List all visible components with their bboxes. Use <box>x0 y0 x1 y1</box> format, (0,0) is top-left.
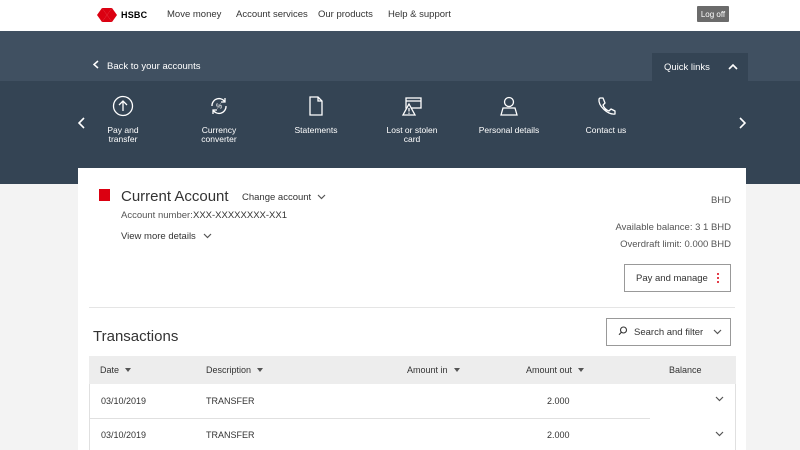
quick-link-personal-details[interactable]: Personal details <box>464 95 554 135</box>
nav-move-money[interactable]: Move money <box>167 9 221 20</box>
search-and-filter-label: Search and filter <box>634 326 704 338</box>
row-amount-out: 2.000 <box>547 396 570 406</box>
nav-our-products[interactable]: Our products <box>318 9 373 20</box>
account-type-icon <box>99 189 110 201</box>
quick-link-label: Personal details <box>478 125 540 135</box>
sort-caret-icon <box>257 368 264 372</box>
chevron-down-icon <box>317 192 326 203</box>
sort-caret-icon <box>578 368 585 372</box>
account-currency: BHD <box>710 195 731 206</box>
hsbc-logo[interactable]: HSBC <box>97 8 147 22</box>
currency-exchange-icon: % <box>211 98 227 114</box>
overdraft-limit: Overdraft limit: 0.000 BHD <box>620 239 731 250</box>
chevron-left-icon <box>92 60 99 72</box>
quick-link-currency-converter[interactable]: % Currency converter <box>174 95 264 144</box>
view-more-details-label: View more details <box>121 231 196 242</box>
table-row[interactable] <box>89 384 736 418</box>
arrow-up-circle-icon <box>112 95 134 117</box>
expand-row-chevron-icon[interactable] <box>715 394 724 404</box>
search-icon <box>618 325 628 339</box>
sort-by-amount-in-header[interactable]: Amount in <box>407 365 460 375</box>
quick-link-statements[interactable]: Statements <box>271 95 361 135</box>
phone-icon <box>598 97 616 115</box>
chevron-up-icon <box>728 62 738 73</box>
svg-text:%: % <box>216 104 222 111</box>
sort-caret-icon <box>125 368 132 372</box>
quick-link-label: card <box>403 134 421 144</box>
quick-link-pay-transfer[interactable]: Pay and transfer <box>78 95 168 144</box>
document-icon <box>309 96 323 116</box>
sort-by-amount-out-header[interactable]: Amount out <box>526 365 585 375</box>
nav-account-services[interactable]: Account services <box>236 9 308 20</box>
quick-links-label: Quick links <box>664 61 710 73</box>
header-description-label: Description <box>206 365 252 375</box>
top-nav: HSBC Move money Account services Our pro… <box>0 0 800 31</box>
quick-link-label: transfer <box>108 134 138 144</box>
search-and-filter-button[interactable]: Search and filter <box>606 318 731 346</box>
person-icon <box>500 96 518 116</box>
row-description: TRANSFER <box>206 396 255 406</box>
quick-link-label: Contact us <box>585 125 627 135</box>
account-title: Current Account <box>121 188 229 205</box>
view-more-details-toggle[interactable]: View more details <box>121 231 212 242</box>
chevron-down-icon <box>713 327 722 338</box>
pay-and-manage-button[interactable]: Pay and manage <box>624 264 731 292</box>
section-divider <box>89 307 735 308</box>
sort-by-date-header[interactable]: Date <box>100 365 132 375</box>
header-date-label: Date <box>100 365 120 375</box>
row-amount-out: 2.000 <box>547 430 570 440</box>
quick-link-label: Statements <box>294 125 338 135</box>
quick-link-contact-us[interactable]: Contact us <box>561 95 651 135</box>
header-balance-label: Balance <box>669 365 702 375</box>
account-number: XXX-XXXXXXXX-XX1 <box>193 210 287 221</box>
change-account-dropdown[interactable]: Change account <box>242 192 326 203</box>
chevron-down-icon <box>203 231 212 242</box>
row-date: 03/10/2019 <box>101 430 147 440</box>
quick-link-label: converter <box>201 134 237 144</box>
back-label: Back to your accounts <box>107 60 201 72</box>
hsbc-hexagon-icon <box>97 8 117 22</box>
row-date: 03/10/2019 <box>101 396 147 406</box>
carousel-next-arrow-icon[interactable] <box>739 116 747 134</box>
sort-by-description-header[interactable]: Description <box>206 365 264 375</box>
quick-link-lost-stolen-card[interactable]: Lost or stolen card <box>367 95 457 144</box>
change-account-label: Change account <box>242 192 312 203</box>
header-amount-in-label: Amount in <box>407 365 448 375</box>
brand-name: HSBC <box>121 10 148 20</box>
transactions-heading: Transactions <box>93 328 179 345</box>
table-row[interactable] <box>89 418 736 450</box>
quick-links-toggle[interactable]: Quick links <box>652 53 748 81</box>
available-balance: Available balance: 3 1 BHD <box>615 222 731 233</box>
card-alert-icon <box>401 97 422 116</box>
header-amount-out-label: Amount out <box>526 365 573 375</box>
nav-help-support[interactable]: Help & support <box>388 9 451 20</box>
account-number-label: Account number: <box>121 210 193 221</box>
expand-row-chevron-icon[interactable] <box>715 429 724 439</box>
sort-caret-icon <box>453 368 460 372</box>
row-description: TRANSFER <box>206 430 255 440</box>
logoff-button[interactable]: Log off <box>697 6 729 22</box>
back-to-accounts-link[interactable]: Back to your accounts <box>92 60 201 72</box>
pay-and-manage-label: Pay and manage <box>636 272 708 284</box>
balance-header: Balance <box>669 365 702 375</box>
kebab-menu-icon <box>717 273 720 285</box>
